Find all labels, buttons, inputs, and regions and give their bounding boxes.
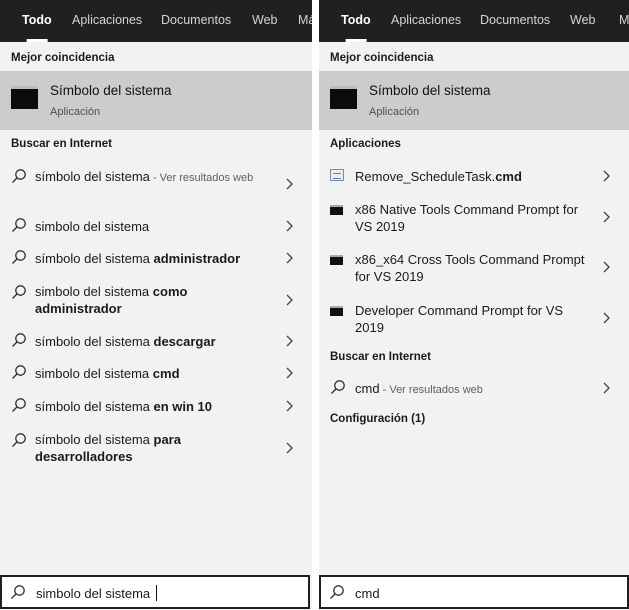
- web-result-row[interactable]: símbolo del sistema administrador: [0, 242, 312, 274]
- search-icon: [12, 433, 26, 447]
- result-text: símbolo del sistema: [35, 169, 150, 184]
- search-panel-right: Todo Aplicaciones Documentos Web M Mejor…: [319, 0, 629, 610]
- web-result-row[interactable]: símbolo del sistema - Ver resultados web: [0, 160, 312, 206]
- search-input[interactable]: [36, 583, 291, 603]
- best-match-heading: Mejor coincidencia: [11, 52, 115, 64]
- tab-more[interactable]: Má: [298, 0, 312, 42]
- search-icon: [12, 398, 26, 412]
- chevron-right-icon[interactable]: [285, 442, 294, 454]
- result-text: simbolo del sistema: [35, 366, 153, 381]
- search-box[interactable]: [319, 575, 629, 609]
- app-name: x86_x64 Cross Tools Command Prompt for V…: [355, 252, 585, 284]
- chevron-right-icon[interactable]: [285, 252, 294, 264]
- command-prompt-icon: [11, 86, 38, 109]
- result-text: cmd: [355, 381, 380, 396]
- tab-todo[interactable]: Todo: [341, 0, 371, 42]
- result-hint: - Ver resultados web: [149, 172, 254, 184]
- best-match-type: Aplicación: [369, 106, 420, 118]
- web-result-row[interactable]: símbolo del sistema en win 10: [0, 390, 312, 422]
- app-name: Developer Command Prompt for VS 2019: [355, 303, 564, 335]
- tab-todo[interactable]: Todo: [22, 0, 52, 42]
- result-text: símbolo del sistema: [35, 334, 154, 349]
- web-result-row[interactable]: símbolo del sistema para desarrolladores: [0, 426, 312, 470]
- result-text: simbolo del sistema: [35, 284, 153, 299]
- command-prompt-icon: [330, 86, 357, 109]
- tab-web[interactable]: Web: [252, 0, 277, 42]
- search-icon: [12, 285, 26, 299]
- result-bold: administrador: [153, 251, 241, 266]
- search-icon: [12, 333, 26, 347]
- chevron-right-icon[interactable]: [602, 261, 611, 273]
- settings-heading[interactable]: Configuración (1): [330, 413, 425, 425]
- web-result-row[interactable]: simbolo del sistema: [0, 210, 312, 242]
- web-search-heading: Buscar en Internet: [11, 138, 112, 150]
- web-result-row[interactable]: cmd - Ver resultados web: [319, 372, 629, 404]
- search-box[interactable]: [0, 575, 310, 609]
- search-panel-left: Todo Aplicaciones Documentos Web Má Mejo…: [0, 0, 312, 610]
- command-prompt-icon: [330, 306, 343, 316]
- chevron-right-icon[interactable]: [285, 400, 294, 412]
- search-icon: [11, 585, 25, 599]
- search-icon: [12, 169, 26, 183]
- command-prompt-icon: [330, 255, 343, 265]
- app-result-row[interactable]: Developer Command Prompt for VS 2019: [319, 297, 629, 341]
- best-match-item[interactable]: Símbolo del sistema Aplicación: [319, 71, 629, 130]
- best-match-item[interactable]: Símbolo del sistema Aplicación: [0, 71, 312, 130]
- best-match-heading: Mejor coincidencia: [330, 52, 434, 64]
- result-text: símbolo del sistema: [35, 432, 154, 447]
- search-icon: [12, 250, 26, 264]
- command-prompt-icon: [330, 205, 343, 215]
- tab-documentos[interactable]: Documentos: [161, 0, 231, 42]
- apps-heading: Aplicaciones: [330, 138, 401, 150]
- chevron-right-icon[interactable]: [285, 335, 294, 347]
- tab-documentos[interactable]: Documentos: [480, 0, 550, 42]
- app-result-row[interactable]: Remove_ScheduleTask.cmd: [319, 160, 629, 192]
- result-text: símbolo del sistema: [35, 399, 154, 414]
- tab-more[interactable]: M: [619, 0, 629, 42]
- search-icon: [330, 585, 344, 599]
- search-input[interactable]: [355, 583, 610, 603]
- text-caret: [156, 585, 157, 601]
- result-bold: cmd: [152, 366, 180, 381]
- web-result-row[interactable]: simbolo del sistema cmd: [0, 357, 312, 389]
- best-match-name: Símbolo del sistema: [369, 83, 491, 98]
- best-match-name: Símbolo del sistema: [50, 83, 172, 98]
- web-result-row[interactable]: símbolo del sistema descargar: [0, 325, 312, 357]
- script-file-icon: [330, 169, 344, 181]
- search-icon: [331, 380, 345, 394]
- panel-divider: [312, 0, 319, 610]
- result-bold: en win 10: [153, 399, 213, 414]
- tab-aplicaciones[interactable]: Aplicaciones: [72, 0, 142, 42]
- chevron-right-icon[interactable]: [602, 170, 611, 182]
- filter-tabs: Todo Aplicaciones Documentos Web M: [319, 0, 629, 42]
- tab-web[interactable]: Web: [570, 0, 595, 42]
- web-result-row[interactable]: simbolo del sistema como administrador: [0, 278, 312, 322]
- chevron-right-icon[interactable]: [285, 178, 294, 190]
- chevron-right-icon[interactable]: [602, 312, 611, 324]
- search-icon: [12, 218, 26, 232]
- web-search-heading: Buscar en Internet: [330, 351, 431, 363]
- search-icon: [12, 365, 26, 379]
- app-result-row[interactable]: x86_x64 Cross Tools Command Prompt for V…: [319, 246, 629, 290]
- result-text: símbolo del sistema: [35, 251, 154, 266]
- app-name: x86 Native Tools Command Prompt for VS 2…: [355, 202, 579, 234]
- best-match-type: Aplicación: [50, 106, 101, 118]
- filter-tabs: Todo Aplicaciones Documentos Web Má: [0, 0, 312, 42]
- chevron-right-icon[interactable]: [285, 220, 294, 232]
- chevron-right-icon[interactable]: [602, 211, 611, 223]
- result-hint: - Ver resultados web: [379, 384, 483, 396]
- app-name: Remove_ScheduleTask.: [355, 169, 496, 184]
- result-bold: descargar: [153, 334, 216, 349]
- result-text: simbolo del sistema: [35, 219, 150, 234]
- chevron-right-icon[interactable]: [285, 294, 294, 306]
- tab-aplicaciones[interactable]: Aplicaciones: [391, 0, 461, 42]
- app-name-bold: cmd: [495, 169, 522, 184]
- chevron-right-icon[interactable]: [285, 367, 294, 379]
- chevron-right-icon[interactable]: [602, 382, 611, 394]
- app-result-row[interactable]: x86 Native Tools Command Prompt for VS 2…: [319, 196, 629, 240]
